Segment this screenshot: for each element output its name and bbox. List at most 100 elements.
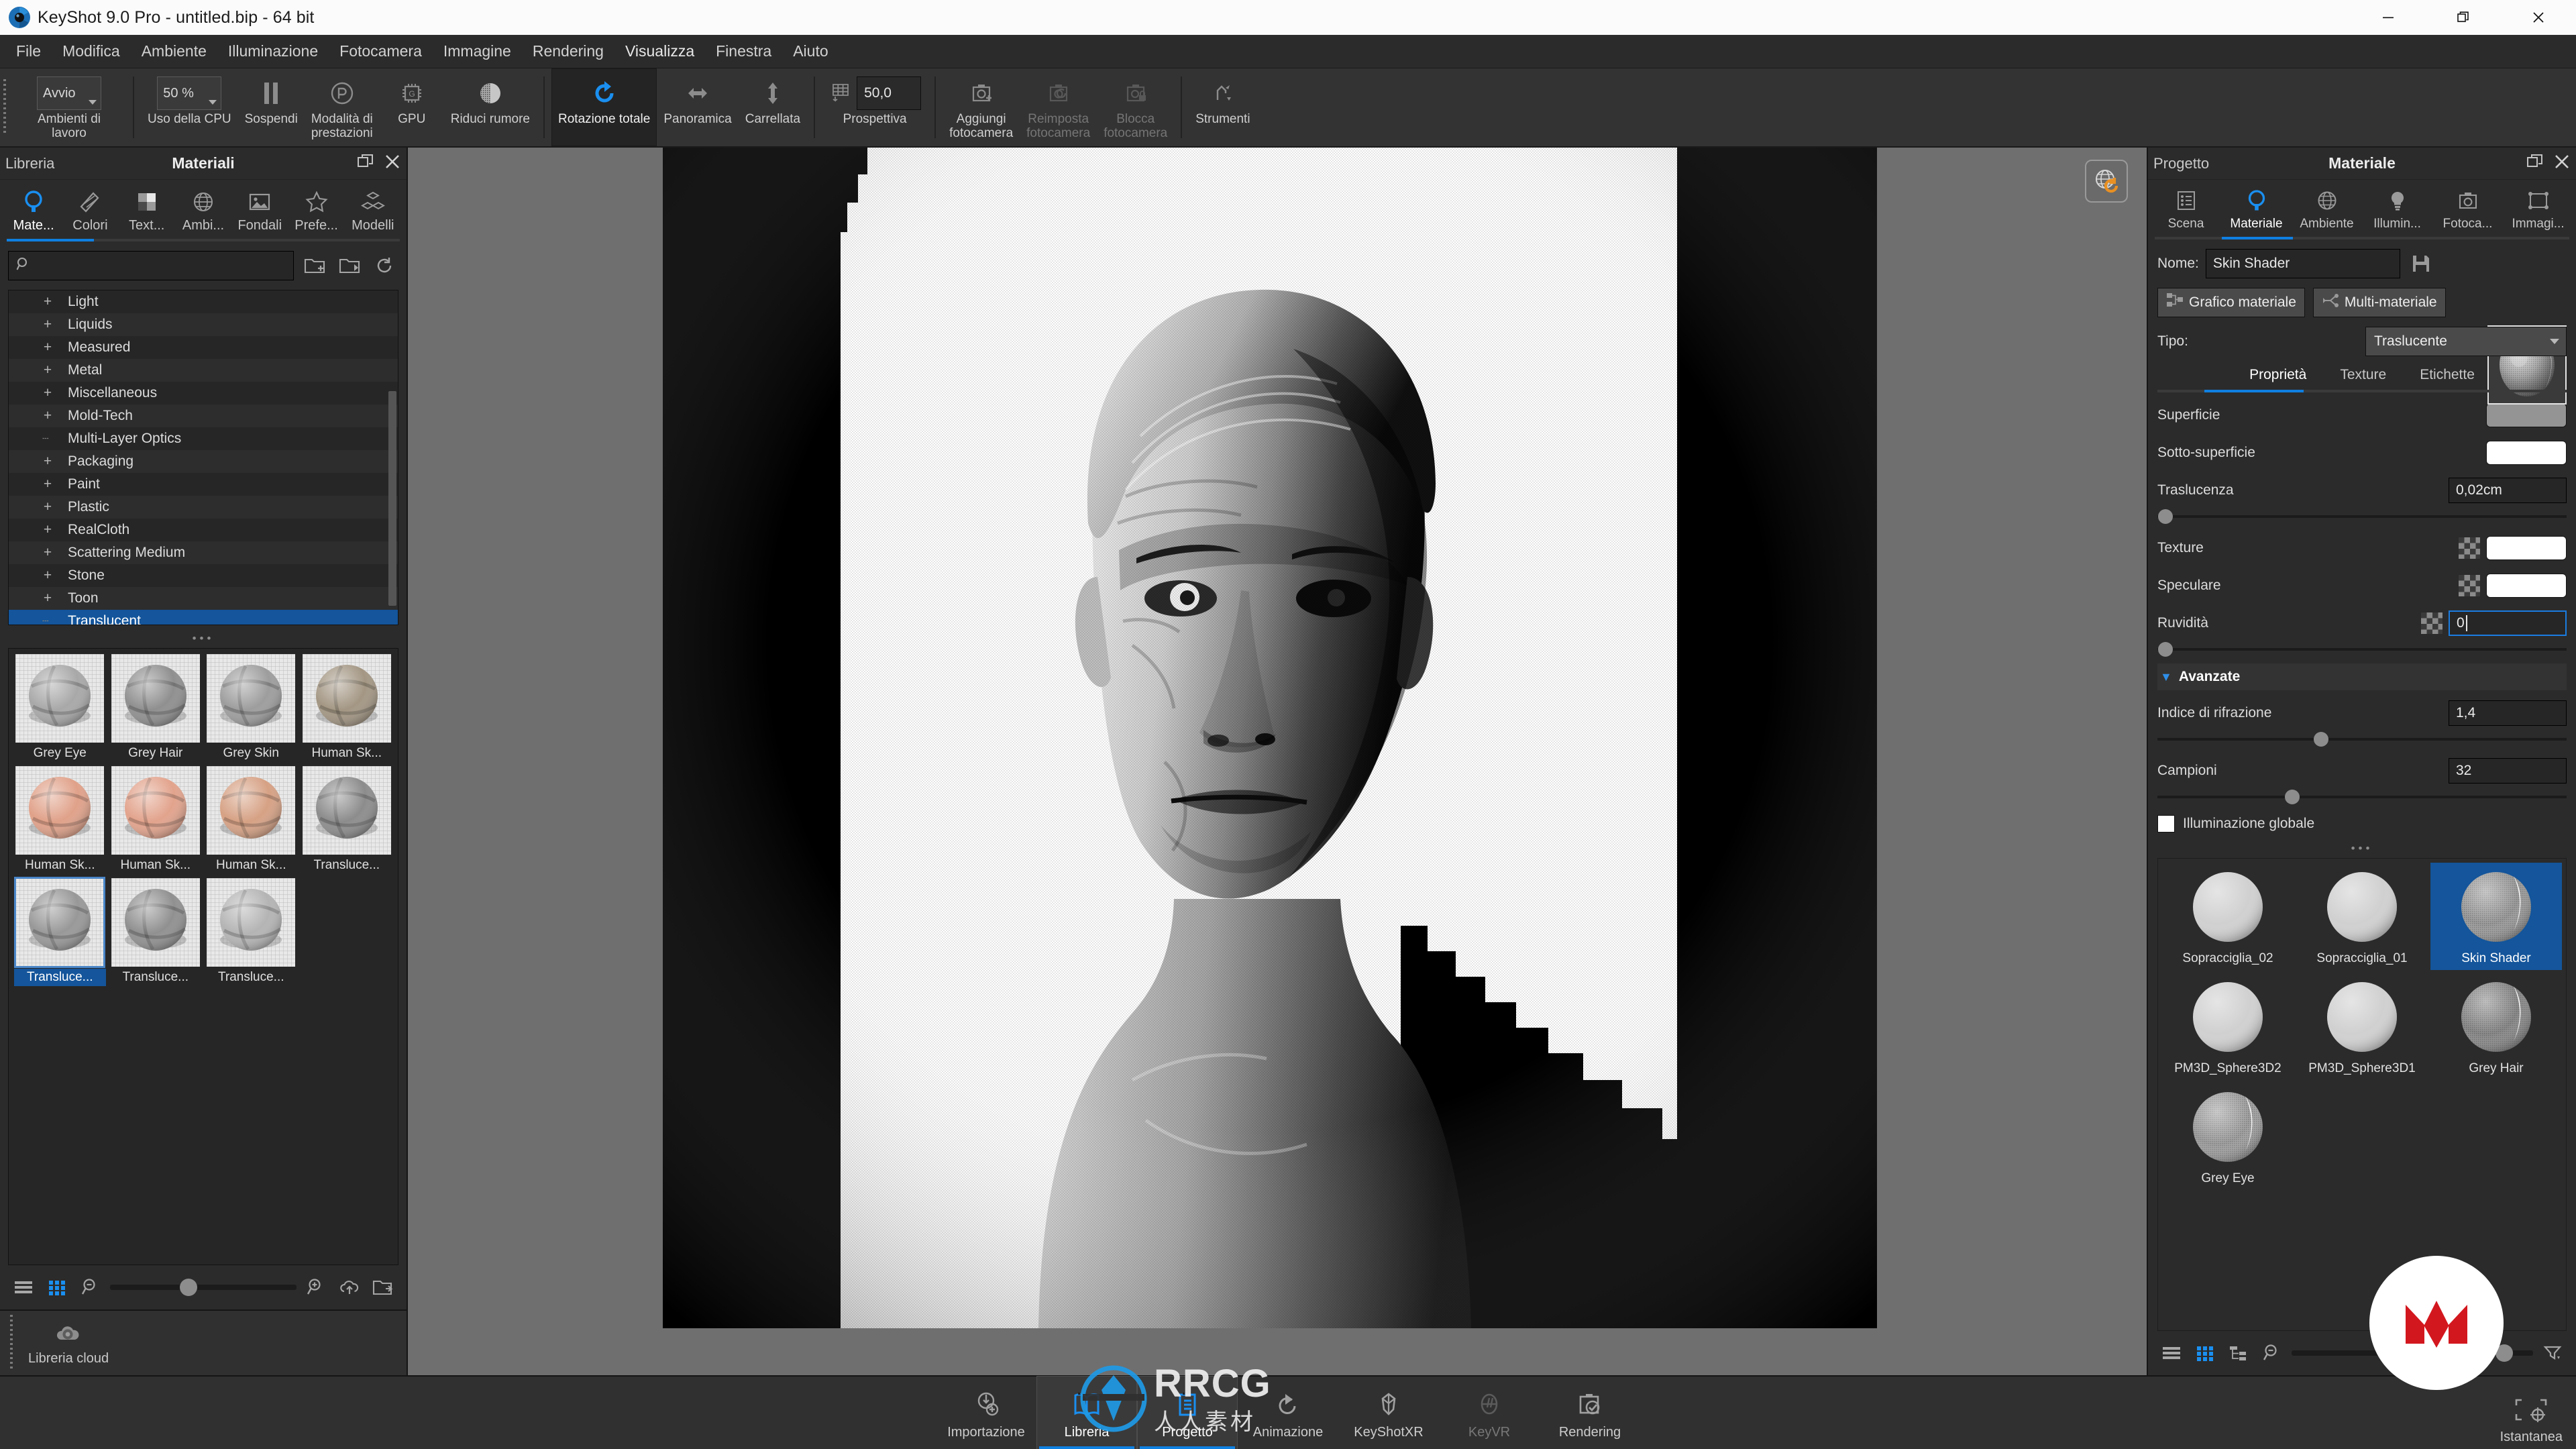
material-thumbnail[interactable]: Grey Skin [205, 654, 297, 762]
library-tab-materiali[interactable]: Mate... [5, 184, 62, 239]
checker-texture-icon[interactable] [2458, 537, 2481, 559]
tree-item[interactable]: + Metal [9, 359, 398, 382]
folder-open-icon[interactable] [369, 1273, 397, 1301]
tools-button[interactable]: Strumenti [1189, 68, 1256, 146]
project-tab-illuminazione[interactable]: Illumin... [2362, 182, 2432, 237]
project-panel-splitter[interactable]: ••• [2148, 835, 2576, 858]
tree-item[interactable]: + Stone [9, 564, 398, 587]
project-tab-ambiente[interactable]: Ambiente [2292, 182, 2362, 237]
tree-item[interactable]: + Mold-Tech [9, 405, 398, 427]
pan-button[interactable]: Panoramica [657, 68, 738, 146]
thumbnail-size-slider[interactable] [110, 1279, 297, 1296]
refresh-icon[interactable] [370, 252, 398, 280]
project-tab-materiale[interactable]: Materiale [2221, 182, 2292, 237]
scene-material-item[interactable]: Sopracciglia_01 [2296, 863, 2428, 970]
menu-immagine[interactable]: Immagine [433, 38, 522, 64]
menu-fotocamera[interactable]: Fotocamera [329, 38, 433, 64]
search-input[interactable] [37, 258, 286, 274]
folder-add-icon[interactable] [301, 252, 329, 280]
scene-thumbnail-size-slider[interactable] [2292, 1344, 2533, 1362]
tree-item[interactable]: + Toon [9, 587, 398, 610]
traslucenza-slider[interactable] [2157, 509, 2567, 524]
ruvidita-input[interactable]: 0 [2449, 610, 2567, 636]
library-tab-texture[interactable]: Text... [119, 184, 175, 239]
scene-material-item[interactable]: PM3D_Sphere3D1 [2296, 973, 2428, 1080]
subtab-texture[interactable]: Texture [2340, 367, 2386, 390]
advanced-section-header[interactable]: ▼ Avanzate [2157, 663, 2567, 690]
render-image[interactable] [663, 148, 1877, 1328]
filter-icon[interactable] [2538, 1339, 2567, 1367]
library-panel-splitter[interactable]: ••• [0, 625, 407, 648]
tree-item[interactable]: ┄ Translucent [9, 610, 398, 625]
tree-item[interactable]: + RealCloth [9, 519, 398, 541]
perspective-button[interactable]: 50,0 Prospettiva [822, 68, 928, 146]
checker-texture-icon[interactable] [2420, 612, 2443, 635]
menu-illuminazione[interactable]: Illuminazione [217, 38, 329, 64]
traslucenza-value[interactable]: 0,02cm [2449, 478, 2567, 503]
lock-camera-button[interactable]: Blocca fotocamera [1097, 68, 1174, 146]
menu-ambiente[interactable]: Ambiente [131, 38, 217, 64]
material-graph-button[interactable]: Grafico materiale [2157, 288, 2305, 317]
bottom-tab-importazione[interactable]: Importazione [936, 1376, 1036, 1449]
tree-item[interactable]: + Paint [9, 473, 398, 496]
library-tab-fondali[interactable]: Fondali [231, 184, 288, 239]
menu-finestra[interactable]: Finestra [705, 38, 782, 64]
folder-import-icon[interactable] [335, 252, 364, 280]
bottom-tab-libreria[interactable]: Libreria [1036, 1376, 1137, 1449]
denoise-button[interactable]: Riduci rumore [444, 68, 537, 146]
project-tab-fotocamera[interactable]: Fotoca... [2432, 182, 2503, 237]
cpu-usage-combo[interactable]: 50 % [157, 76, 222, 110]
scene-material-item[interactable]: Skin Shader [2430, 863, 2562, 970]
tree-view-icon[interactable] [2224, 1339, 2253, 1367]
library-panel-dock-label[interactable]: Libreria [5, 155, 54, 172]
subtab-proprieta[interactable]: Proprietà [2249, 367, 2306, 390]
texture-color-swatch[interactable] [2486, 536, 2567, 560]
scene-material-item[interactable]: PM3D_Sphere3D2 [2162, 973, 2294, 1080]
tree-item[interactable]: + Plastic [9, 496, 398, 519]
project-tab-immagine[interactable]: Immagi... [2503, 182, 2573, 237]
close-button[interactable] [2501, 0, 2576, 35]
global-illumination-checkbox[interactable] [2157, 815, 2175, 833]
indice-rifrazione-value[interactable]: 1,4 [2449, 700, 2567, 726]
pause-button[interactable]: Sospendi [238, 68, 305, 146]
material-thumbnail[interactable]: Human Sk... [205, 766, 297, 874]
speculare-color-swatch[interactable] [2486, 574, 2567, 598]
grid-view-icon[interactable] [43, 1273, 71, 1301]
tree-item[interactable]: ┄ Multi-Layer Optics [9, 427, 398, 450]
menu-rendering[interactable]: Rendering [522, 38, 614, 64]
snapshot-button[interactable]: Istantanea [2500, 1397, 2563, 1445]
performance-mode-button[interactable]: Modalità di prestazioni [305, 68, 380, 146]
project-panel-dock-label[interactable]: Progetto [2153, 155, 2209, 172]
list-view-icon[interactable] [9, 1273, 38, 1301]
material-thumbnail[interactable]: Grey Eye [14, 654, 106, 762]
minimize-button[interactable] [2351, 0, 2426, 35]
reset-camera-button[interactable]: Reimposta fotocamera [1020, 68, 1097, 146]
menu-file[interactable]: File [5, 38, 52, 64]
toolbar-grip[interactable] [0, 68, 9, 146]
bottom-tab-animazione[interactable]: Animazione [1238, 1376, 1338, 1449]
project-tab-scena[interactable]: Scena [2151, 182, 2221, 237]
grid-view-icon[interactable] [2191, 1339, 2219, 1367]
undock-icon[interactable] [2526, 153, 2544, 174]
workspace-combo[interactable]: Avvio [37, 76, 101, 110]
bottom-tab-keyshotxr[interactable]: KeyShotXR [1338, 1376, 1439, 1449]
menu-modifica[interactable]: Modifica [52, 38, 131, 64]
restore-button[interactable] [2426, 0, 2501, 35]
material-type-select[interactable]: Traslucente [2365, 327, 2567, 356]
globe-refresh-icon[interactable] [2085, 160, 2128, 203]
tree-item[interactable]: + Light [9, 290, 398, 313]
scene-materials-grid[interactable]: Sopracciglia_02 Sopracciglia_01 Skin Shade… [2157, 858, 2567, 1331]
scene-material-item[interactable]: Grey Hair [2430, 973, 2562, 1080]
zoom-in-icon[interactable] [302, 1273, 330, 1301]
render-viewport[interactable] [408, 148, 2147, 1375]
material-thumbnail-grid[interactable]: Grey Eye Grey Hair Grey Skin Human Sk... Hum… [8, 648, 398, 1265]
checker-texture-icon[interactable] [2458, 574, 2481, 597]
tree-item[interactable]: + Miscellaneous [9, 382, 398, 405]
library-tab-modelli[interactable]: Modelli [345, 184, 401, 239]
material-thumbnail[interactable]: Transluce... [110, 878, 202, 986]
material-name-input[interactable]: Skin Shader [2205, 249, 2400, 278]
tree-item[interactable]: + Packaging [9, 450, 398, 473]
gpu-button[interactable]: G GPU [380, 68, 444, 146]
bottom-tab-rendering[interactable]: Rendering [1540, 1376, 1640, 1449]
orbit-button[interactable]: Rotazione totale [551, 68, 657, 146]
